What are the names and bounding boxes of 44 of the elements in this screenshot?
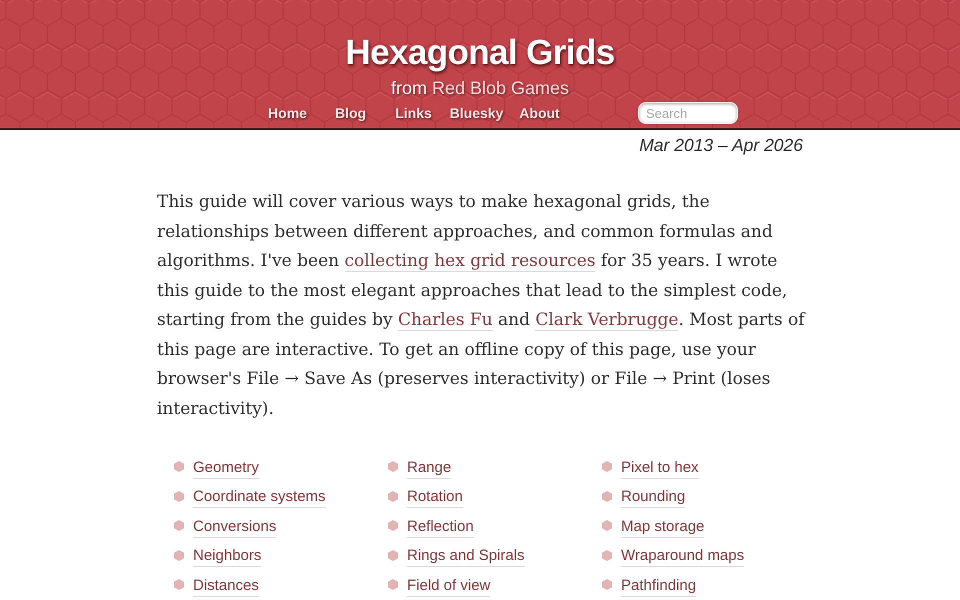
search-field[interactable]: Search [638,102,738,124]
contents-link[interactable]: Pathfinding [621,576,696,597]
hexagon-bullet-icon [174,520,184,532]
intro-paragraph: This guide will cover various ways to make hexagonal grids, the relationships between different approaches, and common formulas and algorithms. I've been collecting hex grid resources for 35 years. I wrote this guide to the most elegant approaches that lead to the simplest code, starting from the guides by Charles Fu and Clark Verbrugge. Most parts of this page are interactive. To get an offline copy of this page, use your browser's File → Save As (preserves interactivity) or File → Print (loses interactivity). [157,191,806,420]
hexagon-bullet-icon [174,490,184,502]
hexagon-bullet-icon [174,579,184,590]
nav-link[interactable]: Bluesky [445,103,508,123]
site-link[interactable]: Red Blob Games [432,78,570,98]
subtitle: from Red Blob Games [390,77,570,99]
contents-link[interactable]: Map storage [621,518,704,538]
contents-link[interactable]: Geometry [193,458,259,479]
contents-link[interactable]: Rotation [407,488,463,508]
date-range: Mar 2013 – Apr 2026 [639,134,803,156]
contents-link[interactable]: Range [407,458,452,479]
nav-link[interactable]: Home [256,103,319,123]
contents-link[interactable]: Distances [193,576,259,597]
resource-link[interactable]: Clark Verbrugge [535,310,678,331]
contents-link[interactable]: Pixel to hex [621,458,699,479]
contents-link[interactable]: Neighbors [193,547,262,568]
hexagon-bullet-icon [602,579,612,590]
hexagon-bullet-icon [602,550,612,561]
contents-link[interactable]: Rounding [621,488,686,508]
resource-link[interactable]: Charles Fu [398,310,493,331]
nav-link[interactable]: Blog [319,103,382,123]
contents-link[interactable]: Conversions [193,518,276,538]
contents-link[interactable]: Field of view [407,576,490,597]
contents-link[interactable]: Rings and Spirals [407,547,525,568]
nav-link[interactable]: Links [382,103,445,123]
hexagon-bullet-icon [388,579,398,590]
hexagon-bullet-icon [388,520,398,532]
contents-link[interactable]: Coordinate systems [193,488,326,508]
hexagon-bullet-icon [602,490,612,502]
resource-link[interactable]: collecting hex grid resources [344,251,596,272]
hexagon-bullet-icon [174,550,184,561]
site-title: Hexagonal Grids [345,33,615,73]
hexagon-bullet-icon [602,461,612,472]
hexagon-bullet-icon [602,520,612,532]
contents-link[interactable]: Wraparound maps [621,547,744,568]
nav-link[interactable]: About [508,103,571,123]
contents-link[interactable]: Reflection [407,518,474,538]
hexagon-bullet-icon [388,550,398,561]
hexagon-bullet-icon [388,490,398,502]
hexagon-bullet-icon [174,461,184,472]
hexagon-bullet-icon [388,461,398,472]
